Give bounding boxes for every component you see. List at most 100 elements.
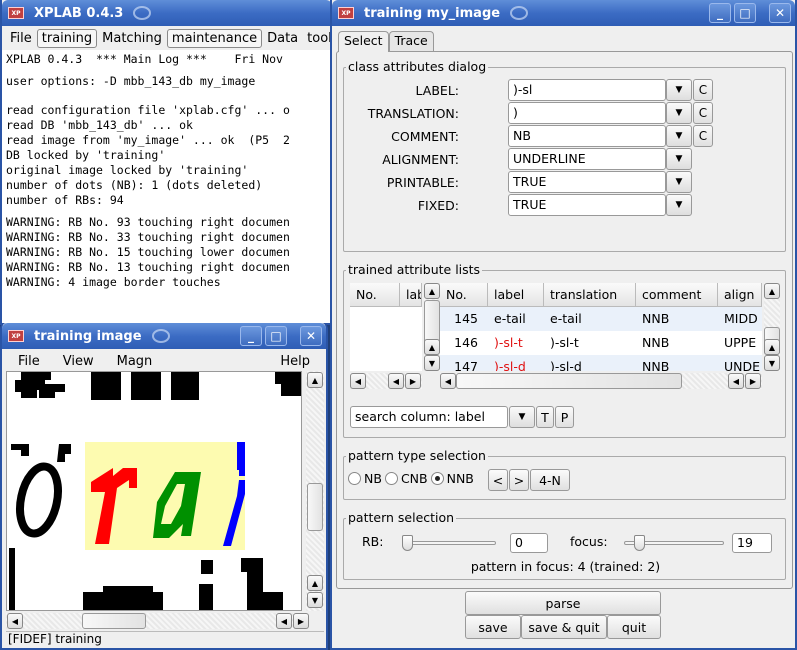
scroll-right-button[interactable]: ▶ [293, 613, 309, 629]
printable-dropdown-button[interactable]: ▼ [666, 171, 692, 193]
menu-file[interactable]: File [6, 30, 36, 47]
menu-help[interactable]: Help [268, 354, 320, 369]
rb-slider-handle[interactable] [402, 535, 413, 551]
alignment-dropdown-button[interactable]: ▼ [666, 148, 692, 170]
scroll-left-button-2[interactable]: ◀ [388, 373, 404, 389]
table-row[interactable]: 147)-sl-d)-sl-d NNB UNDE [440, 355, 762, 371]
menu-matching[interactable]: Matching [98, 30, 166, 47]
comment-combo[interactable]: NB [508, 125, 666, 147]
scroll-down-button[interactable]: ▼ [424, 355, 440, 371]
tab-trace[interactable]: Trace [388, 31, 434, 52]
column-header-label[interactable]: label [488, 283, 544, 306]
next-button[interactable]: > [509, 469, 529, 491]
image-canvas[interactable] [6, 371, 302, 611]
translation-dropdown-button[interactable]: ▼ [666, 102, 692, 124]
focus-input[interactable]: 19 [732, 533, 772, 553]
menu-magn[interactable]: Magn [105, 354, 163, 369]
scroll-left-button[interactable]: ◀ [350, 373, 366, 389]
comment-clear-button[interactable]: C [693, 125, 713, 147]
column-header-no[interactable]: No. [440, 283, 488, 306]
scroll-up-button[interactable]: ▲ [307, 372, 323, 388]
p-button[interactable]: P [555, 406, 574, 428]
horizontal-scrollbar[interactable]: ◀ ◀ ▶ [6, 613, 309, 629]
column-header-align[interactable]: align [718, 283, 762, 306]
table-row[interactable]: 146)-sl-t)-sl-t NNB UPPE [440, 331, 762, 355]
scroll-left-button-2[interactable]: ◀ [728, 373, 744, 389]
table-horizontal-scrollbar[interactable]: ◀ ◀ ▶ [440, 373, 762, 389]
column-header-label[interactable]: lab [400, 283, 422, 306]
scroll-down-button[interactable]: ▼ [307, 592, 323, 608]
save-and-quit-button[interactable]: save & quit [521, 615, 607, 639]
scroll-left-button[interactable]: ◀ [7, 613, 23, 629]
close-button[interactable]: ✕ [769, 3, 791, 23]
search-column-dropdown[interactable]: ▼ [509, 406, 535, 428]
maximize-button[interactable]: □ [265, 326, 287, 346]
scroll-left-button-2[interactable]: ◀ [276, 613, 292, 629]
translation-clear-button[interactable]: C [693, 102, 713, 124]
scroll-right-button[interactable]: ▶ [745, 373, 761, 389]
minimize-button[interactable]: _ [709, 3, 731, 23]
column-header-comment[interactable]: comment [636, 283, 718, 306]
cell-translation: e-tail [550, 311, 582, 326]
radio-nb[interactable] [348, 472, 361, 485]
radio-nnb[interactable] [430, 472, 444, 485]
maximize-button[interactable]: □ [734, 3, 756, 23]
table-row[interactable]: 145 e-tail e-tail NNB MIDD [440, 307, 762, 331]
trained-list-table[interactable]: No. label translation comment align 145 e-tai… [440, 283, 762, 371]
parse-button[interactable]: parse [465, 591, 661, 615]
scroll-up-button-2[interactable]: ▲ [424, 339, 440, 355]
scroll-right-button[interactable]: ▶ [405, 373, 421, 389]
previous-button[interactable]: < [488, 469, 508, 491]
translation-combo[interactable]: ) [508, 102, 666, 124]
log-text-area[interactable]: XPLAB 0.4.3 *** Main Log *** Fri Nov user… [2, 50, 332, 323]
scroll-up-button-2[interactable]: ▲ [764, 339, 780, 355]
title-bar[interactable]: XP training my_image _ □ ✕ [332, 0, 795, 26]
scroll-thumb[interactable] [424, 300, 440, 344]
quit-button[interactable]: quit [607, 615, 661, 639]
table-vertical-scrollbar[interactable]: ▲ ▲ ▼ [764, 283, 780, 371]
label-clear-button[interactable]: C [693, 79, 713, 101]
menu-maintenance[interactable]: maintenance [166, 28, 263, 48]
close-button[interactable]: ✕ [300, 326, 322, 346]
scroll-thumb[interactable] [307, 483, 323, 531]
label-dropdown-button[interactable]: ▼ [666, 79, 692, 101]
menu-training[interactable]: training [36, 28, 98, 48]
column-header-no[interactable]: No. [350, 283, 400, 306]
radio-cnb[interactable] [384, 472, 398, 485]
menu-file[interactable]: File [6, 354, 50, 369]
save-button[interactable]: save [465, 615, 521, 639]
scroll-up-button[interactable]: ▲ [424, 283, 440, 299]
tab-select[interactable]: Select [338, 31, 389, 52]
title-bar[interactable]: XP training image _ □ ✕ [2, 323, 326, 349]
label-combo[interactable]: )-sl [508, 79, 666, 101]
vertical-scrollbar[interactable]: ▲ ▲ ▼ [306, 371, 324, 611]
fixed-combo[interactable]: TRUE [508, 194, 666, 216]
mode-4n-button[interactable]: 4-N [530, 469, 570, 491]
printable-combo[interactable]: TRUE [508, 171, 666, 193]
radio-label-nnb: NNB [446, 471, 474, 486]
menu-data[interactable]: Data [263, 30, 302, 47]
rb-input[interactable]: 0 [510, 533, 548, 553]
comment-dropdown-button[interactable]: ▼ [666, 125, 692, 147]
title-bar[interactable]: XP XPLAB 0.4.3 [2, 0, 332, 26]
menu-view[interactable]: View [51, 354, 104, 369]
alignment-combo[interactable]: UNDERLINE [508, 148, 666, 170]
fixed-dropdown-button[interactable]: ▼ [666, 194, 692, 216]
left-horizontal-scrollbar[interactable]: ◀ ◀ ▶ [350, 373, 422, 389]
t-button[interactable]: T [536, 406, 554, 428]
scroll-up-button[interactable]: ▲ [764, 283, 780, 299]
main-log-window: XP XPLAB 0.4.3 File training Matching ma… [0, 0, 335, 325]
search-column-combo[interactable]: search column: label [350, 406, 508, 428]
scroll-up-button-2[interactable]: ▲ [307, 575, 323, 591]
translation-label: TRANSLATION: [367, 105, 459, 121]
scroll-left-button[interactable]: ◀ [440, 373, 456, 389]
scroll-down-button[interactable]: ▼ [764, 355, 780, 371]
column-header-translation[interactable]: translation [544, 283, 636, 306]
focus-slider-handle[interactable] [634, 535, 645, 551]
scroll-thumb[interactable] [456, 373, 682, 389]
left-vertical-scrollbar[interactable]: ▲ ▲ ▼ [424, 283, 440, 371]
left-list-table[interactable]: No. lab [350, 283, 422, 371]
rb-slider[interactable] [402, 541, 496, 545]
scroll-thumb[interactable] [82, 613, 146, 629]
minimize-button[interactable]: _ [240, 326, 262, 346]
